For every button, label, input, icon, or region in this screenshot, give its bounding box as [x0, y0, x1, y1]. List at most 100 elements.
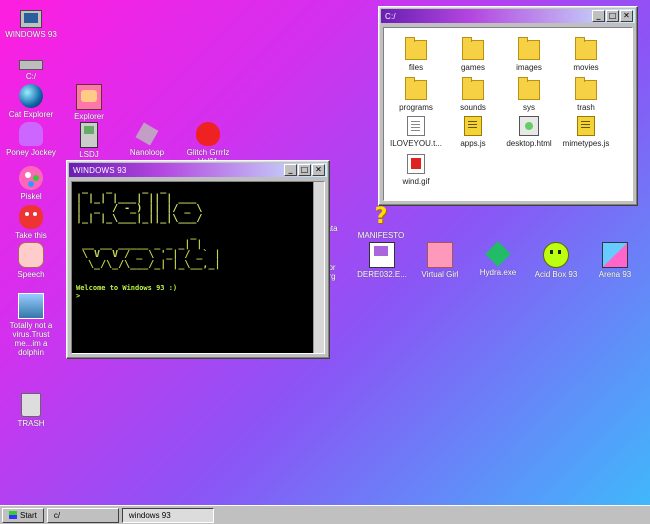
terminal-titlebar[interactable]: WINDOWS 93 _ □ ✕ [69, 163, 327, 177]
taskbar-item-windows93[interactable]: windows 93 [121, 507, 214, 523]
maximize-button[interactable]: □ [298, 164, 311, 176]
acid-icon [543, 242, 569, 268]
cube-icon [602, 242, 628, 268]
folder-icon [462, 37, 484, 60]
icon-label: TRASH [17, 419, 45, 428]
taskbar-item-c[interactable]: c/ [46, 507, 119, 523]
explorer-file-area[interactable]: files games images movies programs sound… [383, 27, 633, 201]
desktop-icon-piskel[interactable]: Piskel [3, 166, 59, 201]
hydra-icon [485, 241, 511, 267]
floppy-icon [369, 242, 395, 268]
dolphin-icon [18, 293, 44, 319]
desktop-icon-explorer[interactable]: Explorer [61, 84, 117, 121]
folder-icon [575, 37, 597, 60]
maximize-button[interactable]: □ [606, 10, 619, 22]
file-item-trash[interactable]: trash [558, 77, 614, 112]
desktop-icon-take-this[interactable]: Take this [3, 205, 59, 240]
command-prompt[interactable]: > [76, 292, 80, 300]
minimize-button[interactable]: _ [592, 10, 605, 22]
folder-icon [405, 77, 427, 100]
explorer-window[interactable]: C:/ _ □ ✕ files games images movies prog… [378, 6, 638, 206]
desktop-icon-speech[interactable]: Speech [3, 242, 59, 279]
desktop-icon-manifesto[interactable]: ? MANIFESTO [353, 204, 409, 241]
question-icon: ? [374, 204, 388, 229]
terminal-scrollbar[interactable] [313, 182, 324, 353]
terminal-screen[interactable]: _ _ _ _ | |_| |___| || | ___ | _ / -_) |… [71, 181, 325, 354]
desktop: WINDOWS 93 C:/ Cat Explorer Explorer Pon… [0, 0, 650, 505]
file-label: mimetypes.js [562, 139, 610, 148]
icon-label: Nanoloop [129, 148, 165, 157]
take-this-icon [19, 205, 43, 229]
desktop-icon-dere032[interactable]: DERE032.E... [353, 242, 411, 279]
taskbar-item-label: c/ [53, 510, 61, 520]
js-file-icon [464, 116, 482, 136]
nanoloop-icon [135, 122, 159, 146]
desktop-icon-dolphin[interactable]: Totally not a virus.Trust me...im a dolp… [3, 293, 59, 357]
icon-label: Arena 93 [598, 270, 632, 279]
icon-label: LSDJ [79, 150, 99, 159]
file-item-wind-gif[interactable]: wind.gif [388, 154, 444, 186]
desktop-icon-trash[interactable]: TRASH [3, 393, 59, 428]
icon-label: Cat Explorer [8, 110, 54, 119]
close-button[interactable]: ✕ [312, 164, 325, 176]
folder-icon [462, 77, 484, 100]
icon-label: Virtual Girl [421, 270, 459, 279]
file-item-desktop-html[interactable]: desktop.html [501, 116, 557, 148]
minimize-button[interactable]: _ [284, 164, 297, 176]
icon-label: MANIFESTO [357, 231, 405, 240]
file-item-iloveyou[interactable]: ILOVEYOU.t... [388, 116, 444, 148]
icon-label: Hydra.exe [479, 268, 517, 277]
window-controls: _ □ ✕ [592, 10, 633, 22]
icon-label: Acid Box 93 [534, 270, 578, 279]
file-label: desktop.html [506, 139, 552, 148]
file-item-games[interactable]: games [445, 37, 501, 72]
desktop-icon-hydra[interactable]: Hydra.exe [470, 241, 526, 277]
file-item-mimetypes-js[interactable]: mimetypes.js [558, 116, 614, 148]
desktop-icon-virtual-girl[interactable]: Virtual Girl [412, 242, 468, 279]
file-item-movies[interactable]: movies [558, 37, 614, 72]
file-label: ILOVEYOU.t... [389, 139, 442, 148]
file-label: movies [573, 63, 599, 72]
icon-label: Speech [17, 270, 45, 279]
start-button[interactable]: Start [2, 507, 44, 523]
desktop-icon-c-drive[interactable]: C:/ [3, 48, 59, 81]
desktop-icon-nanoloop[interactable]: Nanoloop [119, 122, 175, 157]
drive-icon [19, 60, 43, 70]
html-file-icon [519, 116, 539, 136]
terminal-window[interactable]: WINDOWS 93 _ □ ✕ _ _ _ _ | |_| |___| || … [66, 160, 330, 359]
file-item-programs[interactable]: programs [388, 77, 444, 112]
lips-icon [196, 122, 220, 146]
globe-icon [19, 84, 43, 108]
file-label: apps.js [460, 139, 486, 148]
icon-label: Totally not a virus.Trust me...im a dolp… [9, 321, 53, 357]
file-item-images[interactable]: images [501, 37, 557, 72]
desktop-icon-arena93[interactable]: Arena 93 [587, 242, 643, 279]
icon-label: DERE032.E... [357, 270, 407, 279]
desktop-icon-windows93[interactable]: WINDOWS 93 [3, 6, 59, 39]
explorer-titlebar[interactable]: C:/ _ □ ✕ [381, 9, 635, 23]
desktop-icon-lsdj[interactable]: LSDJ [61, 122, 117, 159]
taskbar-item-label: windows 93 [128, 510, 171, 520]
speech-icon [18, 242, 44, 268]
desktop-icon-poney-jockey[interactable]: Poney Jockey [3, 122, 59, 157]
file-label: wind.gif [402, 177, 430, 186]
folder-icon [405, 37, 427, 60]
ascii-world: _ __ __ _____ _ _ _| | \ V V / _ \ '_| /… [82, 229, 221, 270]
file-item-sounds[interactable]: sounds [445, 77, 501, 112]
icon-label: Explorer [74, 112, 104, 121]
desktop-icon-acid-box[interactable]: Acid Box 93 [528, 242, 584, 279]
file-item-apps-js[interactable]: apps.js [445, 116, 501, 148]
explorer-icon [76, 84, 102, 110]
file-item-sys[interactable]: sys [501, 77, 557, 112]
close-button[interactable]: ✕ [620, 10, 633, 22]
icon-label: Piskel [20, 192, 42, 201]
desktop-icon-cat-explorer[interactable]: Cat Explorer [3, 84, 59, 119]
folder-icon [518, 77, 540, 100]
icon-label: Poney Jockey [6, 148, 56, 157]
file-label: sounds [460, 103, 486, 112]
file-label: programs [399, 103, 433, 112]
file-item-files[interactable]: files [388, 37, 444, 72]
window-controls: _ □ ✕ [284, 164, 325, 176]
text-file-icon [407, 116, 425, 136]
js-file-icon [577, 116, 595, 136]
